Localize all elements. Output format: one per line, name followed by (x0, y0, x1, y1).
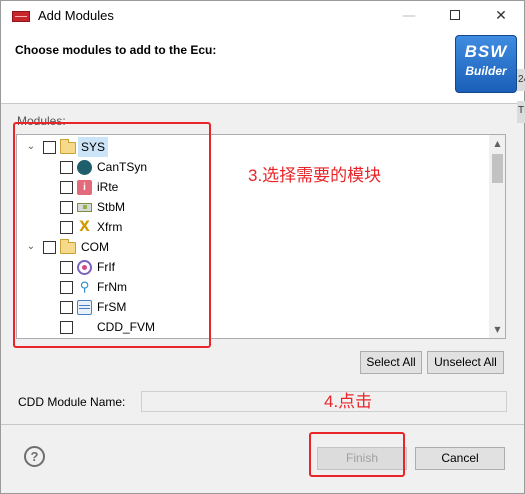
annotation-step4: 4.点击 (324, 392, 373, 411)
minimize-button[interactable]: — (386, 1, 432, 31)
footer-divider (1, 424, 524, 425)
header-divider (1, 103, 524, 104)
bg-strip-text: TE (518, 105, 525, 116)
annotation-step3: 3.选择需要的模块 (248, 166, 382, 185)
help-icon[interactable]: ? (24, 446, 45, 467)
window-title: Add Modules (38, 8, 114, 23)
cdd-module-name-label: CDD Module Name: (18, 395, 126, 409)
bg-strip-text: 24 (518, 74, 525, 85)
close-button[interactable]: ✕ (478, 1, 524, 31)
scroll-down-arrow-icon[interactable]: ▼ (489, 321, 505, 338)
dialog-header: Choose modules to add to the Ecu: BSW Bu… (1, 31, 524, 103)
add-modules-dialog: Add Modules — ✕ Choose modules to add to… (0, 0, 525, 494)
logo-line1: BSW (464, 42, 508, 61)
bsw-builder-logo: BSW Builder (455, 35, 517, 93)
background-window-strip: 24 (517, 69, 525, 91)
title-bar: Add Modules — ✕ (1, 1, 524, 31)
tree-scrollbar[interactable]: ▲ ▼ (489, 135, 505, 338)
annotation-box-tree (13, 122, 211, 348)
select-all-button[interactable]: Select All (360, 351, 422, 374)
cancel-button[interactable]: Cancel (415, 447, 505, 470)
annotation-box-finish (309, 432, 405, 477)
app-icon (12, 11, 30, 22)
maximize-icon (450, 10, 460, 20)
logo-line2: Builder (465, 64, 507, 78)
scroll-up-arrow-icon[interactable]: ▲ (489, 135, 505, 152)
background-window-strip: TE (517, 101, 525, 123)
unselect-all-button[interactable]: Unselect All (427, 351, 504, 374)
maximize-button[interactable] (432, 1, 478, 31)
header-title: Choose modules to add to the Ecu: (15, 43, 217, 57)
scrollbar-thumb[interactable] (492, 154, 503, 183)
